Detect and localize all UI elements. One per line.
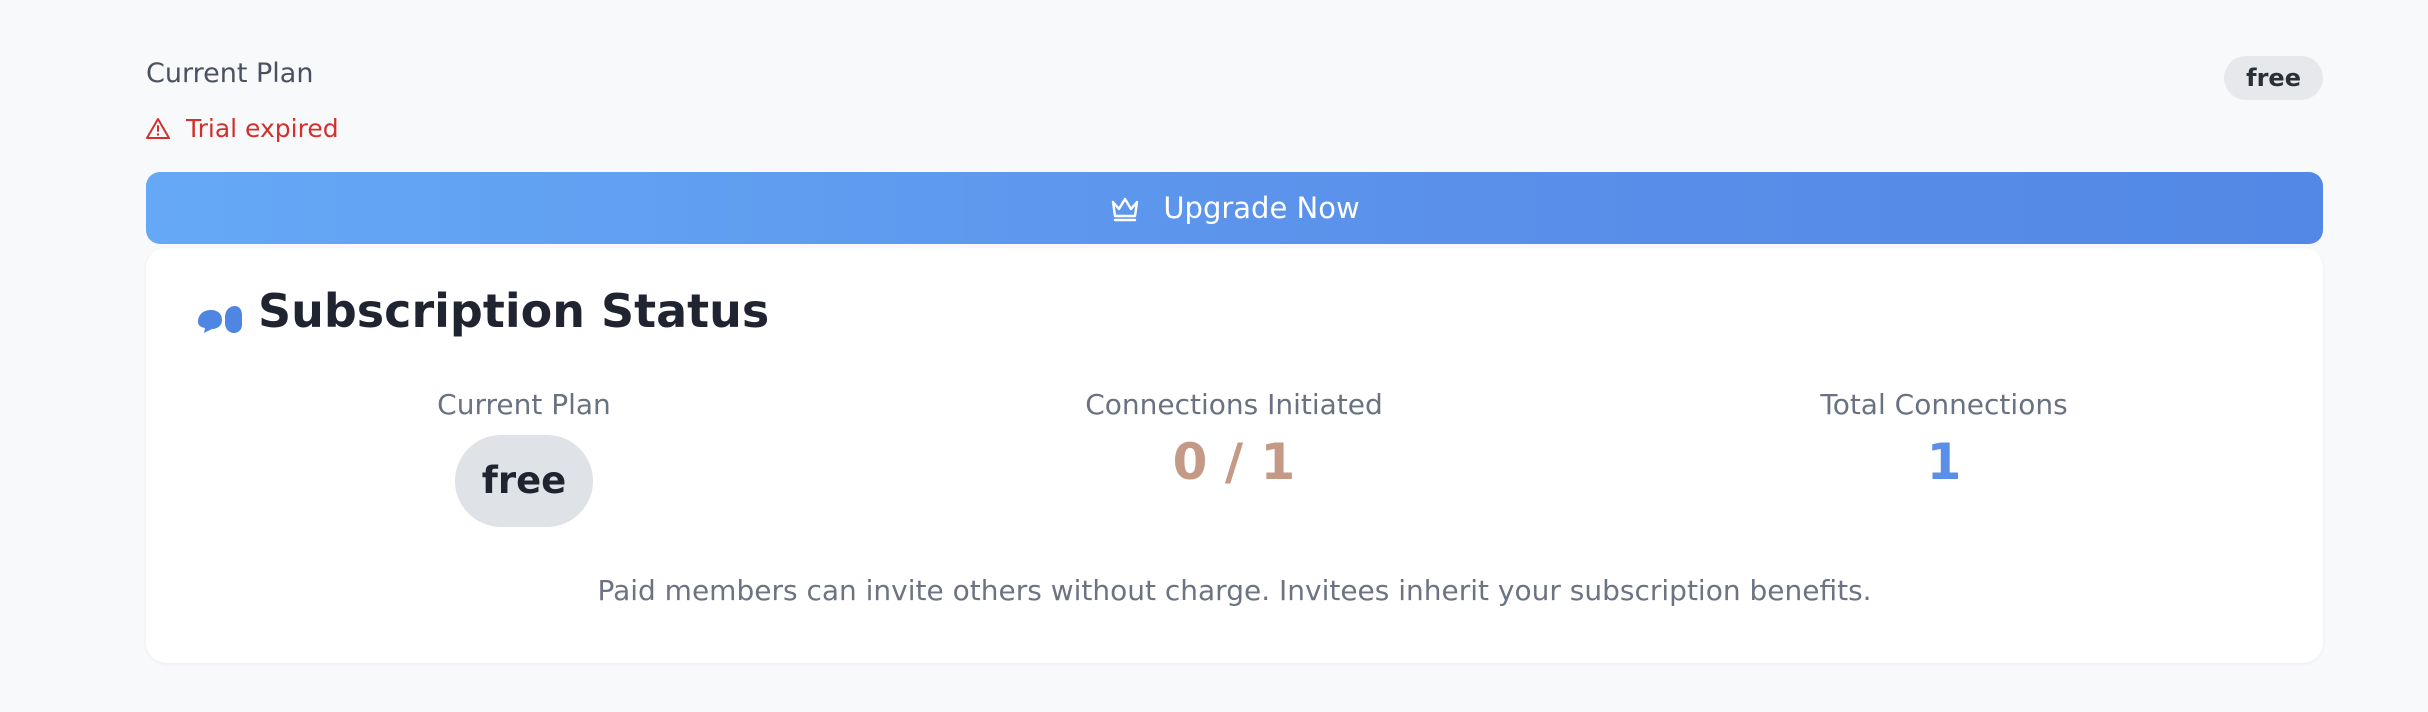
- connections-initiated-value: 0 / 1: [1172, 433, 1296, 491]
- subscription-status-card: Subscription Status Current Plan free Co…: [146, 248, 2323, 663]
- current-plan-label: Current Plan: [146, 58, 314, 89]
- invite-benefits-note: Paid members can invite others without c…: [597, 574, 1872, 607]
- card-title: Subscription Status: [194, 284, 769, 338]
- subscription-panel: Current Plan free Trial expired Upgrade …: [146, 0, 2323, 663]
- plan-value-badge: free: [455, 435, 593, 527]
- plan-header: Current Plan free: [146, 0, 2323, 100]
- connections-initiated-stat: Connections Initiated 0 / 1: [984, 388, 1484, 491]
- upgrade-label: Upgrade Now: [1163, 191, 1360, 225]
- plan-badge: free: [2224, 56, 2323, 100]
- total-connections-stat: Total Connections 1: [1694, 388, 2194, 491]
- warning-triangle-icon: [146, 117, 170, 141]
- card-title-text: Subscription Status: [258, 284, 770, 338]
- total-connections-value: 1: [1926, 433, 1962, 491]
- chat-bubbles-icon: [194, 293, 244, 333]
- alert-text: Trial expired: [186, 114, 339, 143]
- trial-expired-alert: Trial expired: [146, 114, 339, 143]
- stat-label: Current Plan: [437, 388, 611, 421]
- crown-icon: [1109, 192, 1141, 224]
- stat-label: Total Connections: [1820, 388, 2068, 421]
- upgrade-now-button[interactable]: Upgrade Now: [146, 172, 2323, 244]
- stat-label: Connections Initiated: [1085, 388, 1383, 421]
- current-plan-stat: Current Plan free: [274, 388, 774, 527]
